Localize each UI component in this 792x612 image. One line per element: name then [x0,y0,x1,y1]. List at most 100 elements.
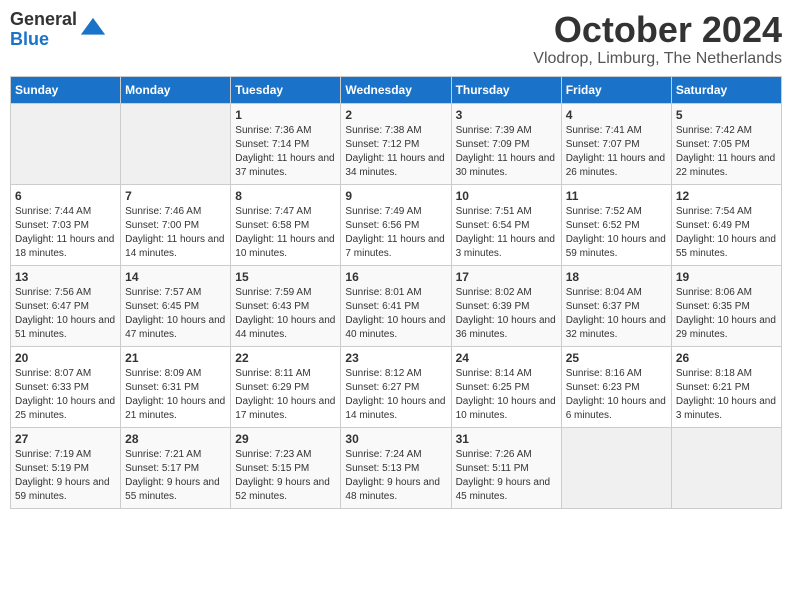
day-number: 15 [235,270,336,284]
calendar-cell: 13Sunrise: 7:56 AM Sunset: 6:47 PM Dayli… [11,265,121,346]
day-number: 19 [676,270,777,284]
calendar-cell: 6 Sunrise: 7:44 AM Sunset: 7:03 PM Daylig… [11,184,121,265]
day-number: 20 [15,351,116,365]
day-info: Sunrise: 7:42 AM Sunset: 7:05 PM Dayligh… [676,124,777,180]
calendar-row-4: 20 Sunrise: 8:07 AM Sunset: 6:33 PM Dayli… [11,346,782,427]
calendar-cell: 29 Sunrise: 7:23 AM Sunset: 5:15 PM Dayli… [231,427,341,508]
day-number: 4 [566,108,667,122]
day-info: Sunrise: 7:24 AM Sunset: 5:13 PM Dayligh… [345,448,446,504]
day-info: Sunrise: 8:07 AM Sunset: 6:33 PM Dayligh… [15,367,116,423]
calendar-cell: 27Sunrise: 7:19 AM Sunset: 5:19 PM Dayli… [11,427,121,508]
day-number: 7 [125,189,226,203]
calendar-cell: 17Sunrise: 8:02 AM Sunset: 6:39 PM Dayli… [451,265,561,346]
calendar-cell [121,103,231,184]
day-number: 12 [676,189,777,203]
day-number: 30 [345,432,446,446]
day-info: Sunrise: 7:39 AM Sunset: 7:09 PM Dayligh… [456,124,557,180]
calendar-row-1: 1 Sunrise: 7:36 AM Sunset: 7:14 PM Daylig… [11,103,782,184]
calendar-row-5: 27Sunrise: 7:19 AM Sunset: 5:19 PM Dayli… [11,427,782,508]
day-info: Sunrise: 7:41 AM Sunset: 7:07 PM Dayligh… [566,124,667,180]
calendar-table: Sunday Monday Tuesday Wednesday Thursday… [10,76,782,509]
day-number: 5 [676,108,777,122]
calendar-cell: 19 Sunrise: 8:06 AM Sunset: 6:35 PM Dayli… [671,265,781,346]
day-number: 14 [125,270,226,284]
logo-blue-text: Blue [10,30,77,50]
calendar-cell: 31 Sunrise: 7:26 AM Sunset: 5:11 PM Dayli… [451,427,561,508]
logo-icon [79,16,107,44]
day-info: Sunrise: 7:59 AM Sunset: 6:43 PM Dayligh… [235,286,336,342]
col-saturday: Saturday [671,76,781,103]
day-number: 6 [15,189,116,203]
calendar-cell: 4 Sunrise: 7:41 AM Sunset: 7:07 PM Daylig… [561,103,671,184]
day-number: 21 [125,351,226,365]
calendar-cell: 21 Sunrise: 8:09 AM Sunset: 6:31 PM Dayli… [121,346,231,427]
day-number: 25 [566,351,667,365]
logo: General Blue [10,10,107,50]
calendar-cell: 14Sunrise: 7:57 AM Sunset: 6:45 PM Dayli… [121,265,231,346]
col-monday: Monday [121,76,231,103]
calendar-cell: 18 Sunrise: 8:04 AM Sunset: 6:37 PM Dayli… [561,265,671,346]
page-header: General Blue October 2024 Vlodrop, Limbu… [10,10,782,68]
day-info: Sunrise: 8:14 AM Sunset: 6:25 PM Dayligh… [456,367,557,423]
title-block: October 2024 Vlodrop, Limburg, The Nethe… [533,10,782,68]
day-number: 24 [456,351,557,365]
calendar-cell: 2Sunrise: 7:38 AM Sunset: 7:12 PM Daylig… [341,103,451,184]
day-number: 1 [235,108,336,122]
calendar-body: 1 Sunrise: 7:36 AM Sunset: 7:14 PM Daylig… [11,103,782,508]
day-info: Sunrise: 7:47 AM Sunset: 6:58 PM Dayligh… [235,205,336,261]
day-number: 2 [345,108,446,122]
day-info: Sunrise: 8:09 AM Sunset: 6:31 PM Dayligh… [125,367,226,423]
day-number: 26 [676,351,777,365]
month-title: October 2024 [533,10,782,50]
day-info: Sunrise: 7:51 AM Sunset: 6:54 PM Dayligh… [456,205,557,261]
day-info: Sunrise: 7:23 AM Sunset: 5:15 PM Dayligh… [235,448,336,504]
calendar-cell: 20 Sunrise: 8:07 AM Sunset: 6:33 PM Dayli… [11,346,121,427]
day-info: Sunrise: 7:21 AM Sunset: 5:17 PM Dayligh… [125,448,226,504]
calendar-cell: 5 Sunrise: 7:42 AM Sunset: 7:05 PM Daylig… [671,103,781,184]
day-info: Sunrise: 7:46 AM Sunset: 7:00 PM Dayligh… [125,205,226,261]
calendar-cell [671,427,781,508]
day-info: Sunrise: 7:49 AM Sunset: 6:56 PM Dayligh… [345,205,446,261]
calendar-header: Sunday Monday Tuesday Wednesday Thursday… [11,76,782,103]
day-number: 3 [456,108,557,122]
calendar-cell [561,427,671,508]
calendar-cell: 9Sunrise: 7:49 AM Sunset: 6:56 PM Daylig… [341,184,451,265]
day-number: 10 [456,189,557,203]
day-number: 29 [235,432,336,446]
calendar-cell: 10 Sunrise: 7:51 AM Sunset: 6:54 PM Dayli… [451,184,561,265]
calendar-row-2: 6 Sunrise: 7:44 AM Sunset: 7:03 PM Daylig… [11,184,782,265]
calendar-cell: 25Sunrise: 8:16 AM Sunset: 6:23 PM Dayli… [561,346,671,427]
day-number: 27 [15,432,116,446]
day-info: Sunrise: 8:18 AM Sunset: 6:21 PM Dayligh… [676,367,777,423]
header-row: Sunday Monday Tuesday Wednesday Thursday… [11,76,782,103]
day-number: 8 [235,189,336,203]
col-sunday: Sunday [11,76,121,103]
calendar-cell: 8 Sunrise: 7:47 AM Sunset: 6:58 PM Daylig… [231,184,341,265]
day-number: 23 [345,351,446,365]
day-info: Sunrise: 7:26 AM Sunset: 5:11 PM Dayligh… [456,448,557,504]
day-number: 16 [345,270,446,284]
day-info: Sunrise: 7:44 AM Sunset: 7:03 PM Dayligh… [15,205,116,261]
calendar-cell: 1 Sunrise: 7:36 AM Sunset: 7:14 PM Daylig… [231,103,341,184]
calendar-cell: 11 Sunrise: 7:52 AM Sunset: 6:52 PM Dayli… [561,184,671,265]
day-info: Sunrise: 8:06 AM Sunset: 6:35 PM Dayligh… [676,286,777,342]
col-friday: Friday [561,76,671,103]
day-number: 31 [456,432,557,446]
day-number: 22 [235,351,336,365]
day-info: Sunrise: 8:01 AM Sunset: 6:41 PM Dayligh… [345,286,446,342]
day-number: 13 [15,270,116,284]
day-number: 11 [566,189,667,203]
day-number: 28 [125,432,226,446]
calendar-row-3: 13Sunrise: 7:56 AM Sunset: 6:47 PM Dayli… [11,265,782,346]
calendar-cell: 24 Sunrise: 8:14 AM Sunset: 6:25 PM Dayli… [451,346,561,427]
calendar-cell: 16 Sunrise: 8:01 AM Sunset: 6:41 PM Dayli… [341,265,451,346]
day-info: Sunrise: 7:54 AM Sunset: 6:49 PM Dayligh… [676,205,777,261]
col-wednesday: Wednesday [341,76,451,103]
day-info: Sunrise: 7:36 AM Sunset: 7:14 PM Dayligh… [235,124,336,180]
day-info: Sunrise: 8:04 AM Sunset: 6:37 PM Dayligh… [566,286,667,342]
day-number: 18 [566,270,667,284]
day-info: Sunrise: 7:52 AM Sunset: 6:52 PM Dayligh… [566,205,667,261]
calendar-cell: 15 Sunrise: 7:59 AM Sunset: 6:43 PM Dayli… [231,265,341,346]
calendar-cell: 22Sunrise: 8:11 AM Sunset: 6:29 PM Dayli… [231,346,341,427]
col-tuesday: Tuesday [231,76,341,103]
